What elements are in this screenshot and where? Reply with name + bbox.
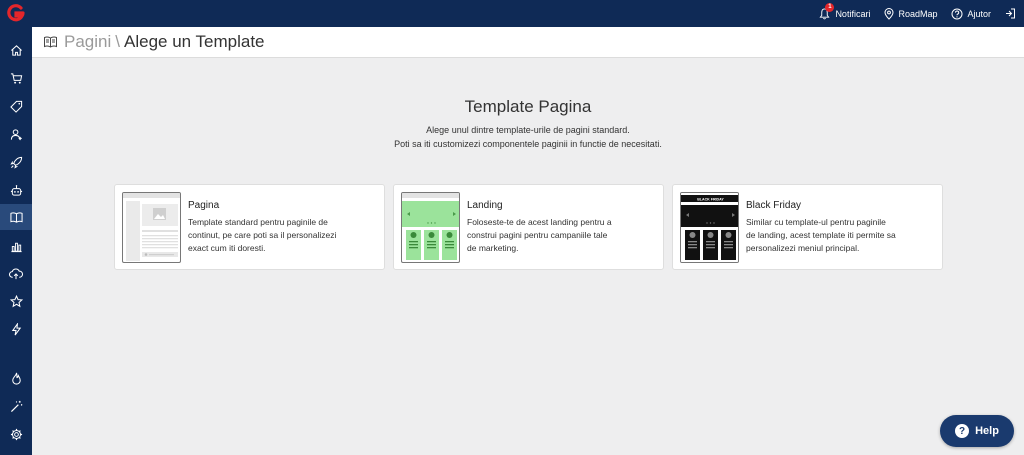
landing-template-preview-icon: [402, 193, 459, 260]
template-card-black-friday[interactable]: BLACK FRIDAY Black Friday Similar cu tem…: [672, 184, 943, 270]
help-button[interactable]: ? Help: [940, 415, 1014, 447]
magic-wand-icon: [10, 400, 22, 412]
sidebar-item-customers[interactable]: [0, 121, 32, 147]
notifications-link[interactable]: 1 Notificari: [819, 2, 871, 21]
template-card-description: Similar cu template-ul pentru paginile d…: [746, 217, 896, 253]
cart-icon: [10, 72, 22, 84]
sidebar-item-automation[interactable]: [0, 177, 32, 203]
black-friday-thumb-label: BLACK FRIDAY: [697, 197, 724, 201]
sidebar-item-marketing[interactable]: [0, 149, 32, 175]
breadcrumb-root[interactable]: Pagini: [64, 32, 111, 52]
page-title: Alege un Template: [124, 32, 265, 51]
question-icon: ?: [955, 424, 970, 438]
sidebar-item-settings[interactable]: [0, 421, 32, 447]
robot-icon: [10, 184, 22, 196]
sidebar-item-tags[interactable]: [0, 93, 32, 119]
logout-button[interactable]: [1005, 8, 1016, 19]
tag-icon: [9, 100, 22, 113]
cloud-upload-icon: [9, 267, 23, 279]
roadmap-link[interactable]: RoadMap: [884, 7, 938, 20]
section-subtitle-line2: Poti sa iti customizezi componentele pag…: [394, 139, 662, 149]
sidebar-item-tools[interactable]: [0, 393, 32, 419]
template-card-title: Black Friday: [746, 200, 802, 211]
logo-icon: [7, 3, 25, 21]
logo[interactable]: [0, 0, 32, 27]
breadcrumb-separator: \: [115, 32, 120, 51]
fire-icon: [11, 372, 21, 385]
template-thumbnail-black-friday: BLACK FRIDAY: [680, 192, 739, 263]
rocket-icon: [9, 156, 22, 169]
page-header: Pagini \ Alege un Template: [32, 27, 1024, 58]
home-icon: [10, 44, 22, 56]
book-icon: [9, 211, 23, 223]
template-card-title: Pagina: [188, 200, 220, 211]
sidebar-item-hot[interactable]: [0, 365, 32, 391]
sidebar-item-home[interactable]: [0, 37, 32, 63]
users-icon: [10, 128, 22, 140]
question-circle-icon: [951, 8, 963, 19]
template-card-description: Foloseste-te de acest landing pentru a c…: [467, 217, 612, 253]
sidebar-item-integrations[interactable]: [0, 316, 32, 342]
help-button-label: Help: [975, 425, 999, 437]
help-link[interactable]: Ajutor: [951, 8, 991, 20]
sidebar-item-favorites[interactable]: [0, 288, 32, 314]
sidebar-item-reports[interactable]: [0, 233, 32, 259]
chart-icon: [10, 242, 22, 252]
star-icon: [9, 294, 23, 307]
page-template-preview-icon: [123, 193, 180, 261]
top-bar: 1 Notificari RoadMap Ajutor: [0, 0, 1024, 27]
map-pin-icon: [884, 7, 894, 20]
template-card-description: Template standard pentru paginile de con…: [188, 217, 337, 253]
section-subtitle-line1: Alege unul dintre template-urile de pagi…: [426, 125, 630, 135]
template-card-pagina[interactable]: Pagina Template standard pentru paginile…: [114, 184, 385, 270]
gear-icon: [10, 428, 22, 440]
lightning-icon: [11, 322, 21, 335]
sidebar: [0, 27, 32, 455]
notifications-badge: 1: [825, 2, 835, 12]
help-label: Ajutor: [967, 8, 991, 19]
book-icon: [44, 36, 57, 48]
sidebar-item-import[interactable]: [0, 260, 32, 286]
sidebar-item-pages[interactable]: [0, 204, 32, 230]
template-card-title: Landing: [467, 200, 503, 211]
logout-icon: [1006, 8, 1015, 19]
sidebar-item-cart[interactable]: [0, 65, 32, 91]
roadmap-label: RoadMap: [898, 8, 938, 19]
notifications-label: Notificari: [835, 8, 871, 19]
section-title: Template Pagina: [464, 97, 592, 116]
template-card-landing[interactable]: Landing Foloseste-te de acest landing pe…: [393, 184, 664, 270]
template-thumbnail-pagina: [122, 192, 181, 263]
template-thumbnail-landing: [401, 192, 460, 263]
black-friday-template-preview-icon: BLACK FRIDAY: [681, 193, 738, 262]
